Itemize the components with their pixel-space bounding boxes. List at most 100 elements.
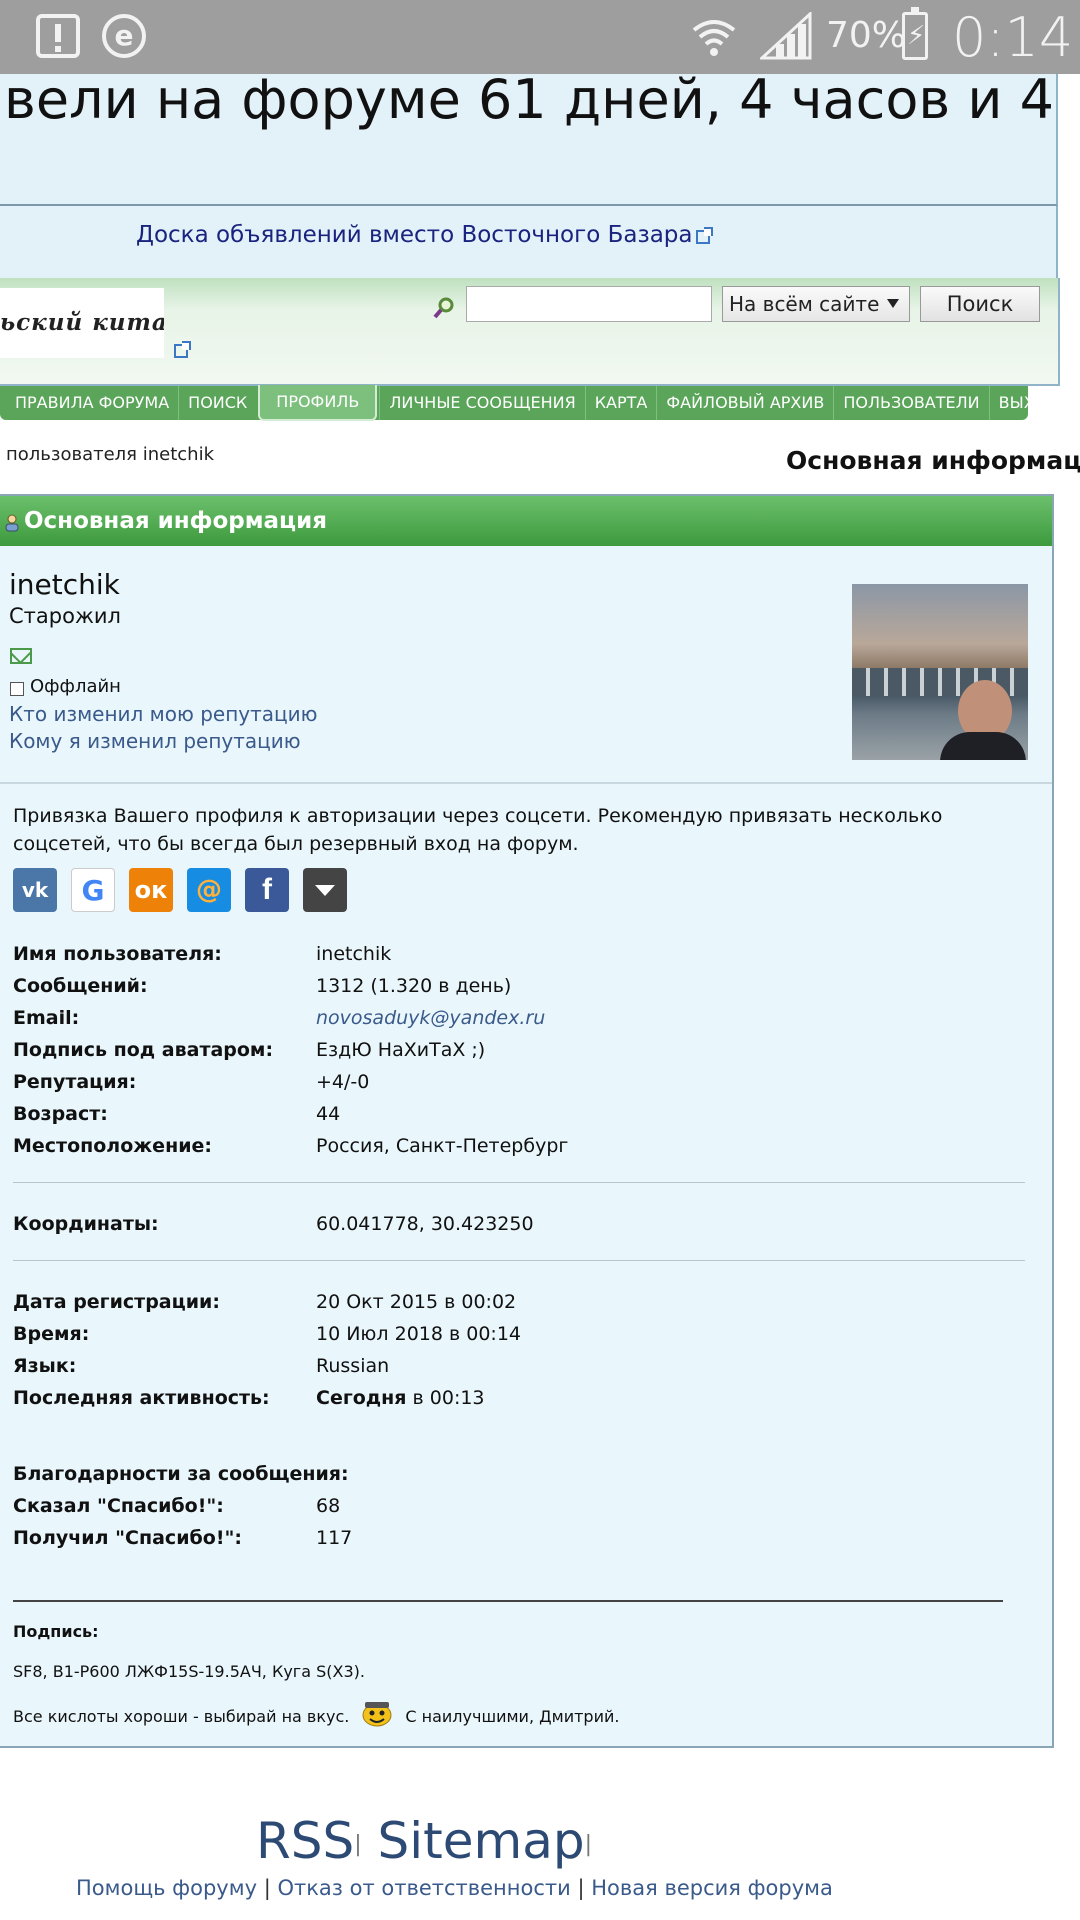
ad-link-label: Доска объявлений вместо Восточного Базар… [136,222,693,248]
signature-text: Все кислоты хороши - выбирай на вкус. [13,1707,350,1726]
info-value: 68 [316,1495,341,1517]
signature-text: С наилучшими, Дмитрий. [405,1707,620,1726]
info-row: Благодарности за сообщения: [13,1460,1013,1488]
info-row: Дата регистрации: 20 Окт 2015 в 00:02 [13,1288,1013,1316]
info-value: ЕздЮ НаХиТаХ ;) [316,1039,486,1061]
email-link[interactable]: novosaduyk@yandex.ru [316,1004,545,1032]
nav-messages[interactable]: ЛИЧНЫЕ СООБЩЕНИЯ [379,386,584,420]
vk-icon[interactable]: vk [13,868,57,912]
info-label: Дата регистрации: [13,1291,220,1313]
breadcrumb: пользователя inetchik [6,444,215,465]
chevron-down-icon [887,299,899,308]
avatar-body-shape [940,732,1026,760]
clock: 0:14 [952,6,1074,69]
footer-help-link[interactable]: Помощь форуму [76,1876,257,1900]
info-row: Репутация: +4/-0 [13,1068,1013,1096]
search-scope-value: На всём сайте [729,292,880,316]
info-row: Имя пользователя: inetchik [13,940,1013,968]
info-value: 117 [316,1527,353,1549]
thanks-header: Благодарности за сообщения: [13,1463,349,1485]
profile-username: inetchik [9,568,120,601]
info-value: 10 Июл 2018 в 00:14 [316,1323,521,1345]
info-row: Получил "Спасибо!": 117 [13,1524,1013,1552]
envelope-icon[interactable] [10,648,32,664]
info-label: Имя пользователя: [13,943,222,965]
sitemap-link[interactable]: Sitemap [378,1812,585,1870]
coordinates-value: 60.041778, 30.423250 [316,1213,534,1235]
odnoklassniki-icon[interactable]: ок [129,868,173,912]
external-link-icon[interactable] [174,341,191,358]
nav-users[interactable]: ПОЛЬЗОВАТЕЛИ [833,386,988,420]
battery-charging-icon: ⚡ [902,7,928,60]
separator: | [584,1832,593,1857]
info-label: Язык: [13,1355,77,1377]
rss-link[interactable]: RSS [256,1812,354,1870]
last-activity-day: Сегодня [316,1387,407,1409]
signature-line: Все кислоты хороши - выбирай на вкус. С … [13,1698,619,1728]
main-nav: ПРАВИЛА ФОРУМА ПОИСК ПРОФИЛЬ ЛИЧНЫЕ СООБ… [0,385,1060,421]
nav-rules[interactable]: ПРАВИЛА ФОРУМА [6,386,178,420]
profile-rank: Старожил [9,604,121,628]
magnifier-icon [433,297,454,319]
info-label: Сообщений: [13,975,148,997]
site-logo[interactable]: ьский китай [0,288,164,358]
info-row: Email: novosaduyk@yandex.ru [13,1004,1013,1032]
info-row: Последняя активность: Сегодня в 00:13 [13,1384,1013,1412]
info-label: Email: [13,1007,80,1029]
nav-files[interactable]: ФАЙЛОВЫЙ АРХИВ [656,386,833,420]
nav-map[interactable]: КАРТА [584,386,657,420]
wifi-icon [692,20,736,56]
battery-percent: 70% [826,15,907,56]
info-value: Сегодня в 00:13 [316,1384,485,1412]
info-label: Местоположение: [13,1135,212,1157]
info-row: Сказал "Спасибо!": 68 [13,1492,1013,1520]
rep-changed-by-link[interactable]: Кто изменил мою репутацию [9,702,317,726]
forum-time-text: вели на форуме 61 дней, 4 часов и 46 мин… [4,74,1056,131]
offline-status-icon [10,682,24,696]
signature-line: SF8, В1-Р600 ЛЖФ15S-19.5АЧ, Куга S(X3). [13,1662,365,1681]
signal-icon [760,12,812,60]
info-value: 20 Окт 2015 в 00:02 [316,1291,517,1313]
rep-changed-to-link[interactable]: Кому я изменил репутацию [9,729,301,753]
logo-text: ьский китай [0,309,164,336]
nav-profile[interactable]: ПРОФИЛЬ [258,385,378,421]
info-row: Возраст: 44 [13,1100,1013,1128]
status-bar: e 70% ⚡ 0:14 [0,0,1080,74]
info-row: Язык: Russian [13,1352,1013,1380]
info-label: Получил "Спасибо!": [13,1527,242,1549]
footer-disclaimer-link[interactable]: Отказ от ответственности [277,1876,570,1900]
google-icon[interactable]: G [71,868,115,912]
ad-link[interactable]: Доска объявлений вместо Восточного Базар… [136,222,714,248]
separator: | [354,1832,362,1857]
facebook-icon[interactable]: f [245,868,289,912]
nav-search[interactable]: ПОИСК [178,386,256,420]
info-row: Координаты: 60.041778, 30.423250 [13,1210,1013,1238]
info-value: +4/-0 [316,1071,370,1093]
signature-divider [13,1600,1003,1602]
card-header: Основная информация [0,496,1052,546]
nav-logout[interactable]: ВЫХОД [988,386,1069,420]
divider [13,1182,1025,1183]
ad-bar: Доска объявлений вместо Восточного Базар… [0,206,1058,278]
divider [0,782,1052,784]
card-header-title: Основная информация [24,508,327,534]
more-icon[interactable] [303,868,347,912]
search-button[interactable]: Поиск [920,286,1040,322]
search-scope-select[interactable]: На всём сайте [722,286,910,322]
separator: | [577,1876,592,1900]
mailru-icon[interactable]: @ [187,868,231,912]
search-input[interactable] [466,286,712,322]
user-icon [5,514,19,532]
search-bar: ьский китай На всём сайте Поиск [0,278,1060,386]
app-e-icon: e [102,14,146,58]
info-label: Время: [13,1323,90,1345]
info-value: Россия, Санкт-Петербург [316,1135,569,1157]
info-label: Подпись под аватаром: [13,1039,274,1061]
footer-new-version-link[interactable]: Новая версия форума [591,1876,833,1900]
divider [13,1260,1025,1261]
separator: | [263,1876,278,1900]
social-login-row: vk G ок @ f [13,868,347,912]
external-link-icon [696,227,714,244]
forum-time-banner: вели на форуме 61 дней, 4 часов и 46 мин… [0,74,1058,206]
last-activity-time: в 00:13 [406,1387,485,1409]
